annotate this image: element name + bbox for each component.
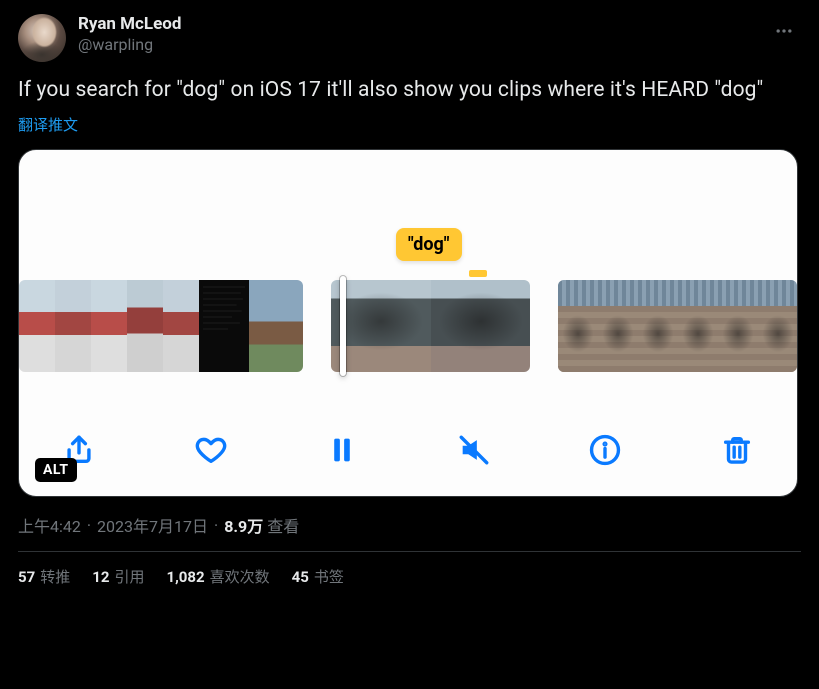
tweet-header: Ryan McLeod @warpling bbox=[18, 14, 801, 62]
thumbnail bbox=[199, 280, 249, 372]
more-icon bbox=[774, 21, 794, 41]
clip-group-1[interactable] bbox=[19, 280, 303, 372]
like-button[interactable] bbox=[189, 428, 233, 472]
mute-icon bbox=[457, 433, 491, 467]
translate-link[interactable]: 翻译推文 bbox=[18, 114, 78, 135]
author-names[interactable]: Ryan McLeod @warpling bbox=[78, 14, 181, 55]
media-toolbar bbox=[19, 428, 797, 472]
display-name: Ryan McLeod bbox=[78, 14, 181, 35]
heart-icon bbox=[194, 433, 228, 467]
bookmarks-stat[interactable]: 45 书签 bbox=[292, 566, 344, 587]
thumbnail bbox=[431, 280, 530, 372]
separator: · bbox=[214, 516, 218, 535]
thumbnail bbox=[718, 280, 758, 372]
thumbnail bbox=[249, 280, 303, 372]
clip-group-3[interactable] bbox=[558, 280, 797, 372]
media-card[interactable]: "dog" bbox=[18, 149, 798, 497]
alt-badge[interactable]: ALT bbox=[35, 458, 77, 482]
clip-group-2[interactable] bbox=[331, 280, 530, 372]
divider bbox=[18, 551, 801, 552]
quotes-label: 引用 bbox=[114, 566, 144, 587]
stats-row: 57 转推 12 引用 1,082 喜欢次数 45 书签 bbox=[18, 566, 801, 587]
thumbnail bbox=[91, 280, 127, 372]
thumbnail bbox=[163, 280, 199, 372]
pause-button[interactable] bbox=[320, 428, 364, 472]
tweet-date[interactable]: 2023年7月17日 bbox=[97, 513, 208, 537]
views-label: 查看 bbox=[267, 513, 299, 537]
bookmarks-count: 45 bbox=[292, 568, 309, 586]
thumbnail bbox=[678, 280, 718, 372]
likes-count: 1,082 bbox=[166, 568, 204, 586]
retweets-label: 转推 bbox=[40, 566, 70, 587]
delete-button[interactable] bbox=[715, 428, 759, 472]
retweets-stat[interactable]: 57 转推 bbox=[18, 566, 70, 587]
tweet-container: Ryan McLeod @warpling If you search for … bbox=[18, 14, 801, 587]
separator: · bbox=[87, 516, 91, 535]
thumbnail bbox=[331, 280, 431, 372]
handle: @warpling bbox=[78, 35, 181, 55]
thumbnail bbox=[55, 280, 91, 372]
thumbnail bbox=[558, 280, 598, 372]
thumbnail bbox=[598, 280, 638, 372]
likes-stat[interactable]: 1,082 喜欢次数 bbox=[166, 566, 269, 587]
retweets-count: 57 bbox=[18, 568, 35, 586]
scrubber-handle[interactable] bbox=[340, 276, 346, 376]
tooltip-indicator bbox=[469, 270, 487, 277]
thumbnail bbox=[127, 280, 163, 372]
bookmarks-label: 书签 bbox=[314, 566, 344, 587]
info-button[interactable] bbox=[583, 428, 627, 472]
pause-icon bbox=[325, 433, 359, 467]
thumbnail bbox=[19, 280, 55, 372]
mute-button[interactable] bbox=[452, 428, 496, 472]
quotes-count: 12 bbox=[92, 568, 109, 586]
more-button[interactable] bbox=[767, 14, 801, 48]
thumbnail bbox=[758, 280, 797, 372]
trash-icon bbox=[720, 433, 754, 467]
meta-row: 上午4:42 · 2023年7月17日 · 8.9万 查看 bbox=[18, 513, 801, 537]
likes-label: 喜欢次数 bbox=[210, 566, 270, 587]
avatar[interactable] bbox=[18, 14, 66, 62]
info-icon bbox=[588, 433, 622, 467]
video-timeline[interactable] bbox=[19, 280, 797, 372]
quotes-stat[interactable]: 12 引用 bbox=[92, 566, 144, 587]
thumbnail bbox=[638, 280, 678, 372]
tweet-text: If you search for "dog" on iOS 17 it'll … bbox=[18, 76, 801, 104]
views-count: 8.9万 bbox=[224, 513, 263, 537]
search-tooltip: "dog" bbox=[396, 228, 462, 261]
tweet-time[interactable]: 上午4:42 bbox=[18, 513, 81, 537]
